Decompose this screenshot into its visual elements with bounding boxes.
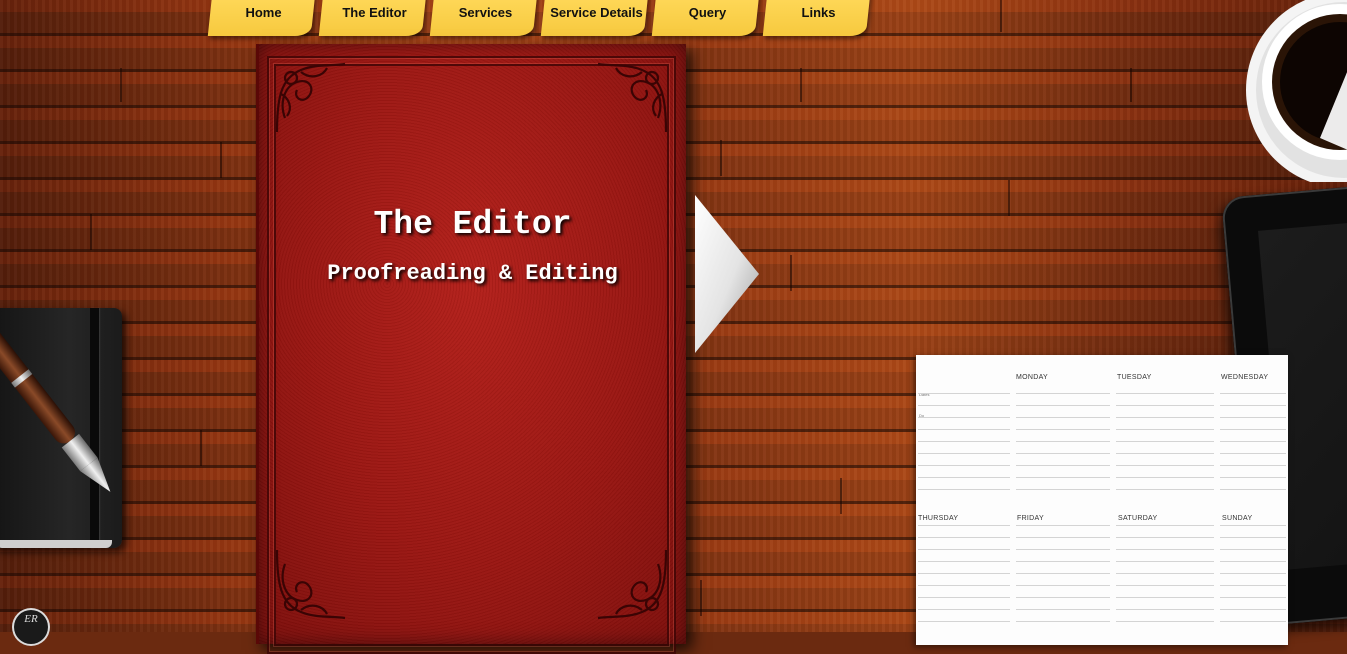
plank-seam [120,68,122,102]
planner-day-friday: FRIDAY [1017,515,1044,522]
planner-day-sunday: SUNDAY [1222,515,1253,522]
main-navigation: Home The Editor Services Service Details… [207,0,874,37]
notebook-pages-edge [0,540,112,548]
nav-tab-service-details[interactable]: Service Details [540,0,652,37]
planner-day-saturday: SATURDAY [1118,515,1158,522]
planner-day-thursday: THURSDAY [918,515,959,522]
site-logo[interactable]: ER [14,610,48,644]
plank-seam [1008,180,1010,216]
plank-seam [90,214,92,250]
logo-monogram: ER [24,613,38,625]
nav-tab-label: Query [688,5,727,20]
ornament-corner-icon [597,549,668,620]
plank-seam [220,142,222,178]
nav-tab-label: Services [458,5,513,20]
next-arrow-icon[interactable] [693,193,761,355]
planner-day-monday: MONDAY [1016,374,1049,381]
pen-icon [0,319,111,492]
nav-tab-label: Home [245,5,282,20]
plank-seam [720,140,722,176]
plank-seam [700,580,702,616]
plank-seam [840,478,842,514]
planner-day-tuesday: TUESDAY [1117,374,1152,381]
planner-day-wednesday: WEDNESDAY [1221,374,1269,381]
nav-tab-label: Links [801,5,836,20]
nav-tab-links[interactable]: Links [762,0,874,37]
nav-tab-label: Service Details [550,5,643,20]
plank-seam [800,68,802,102]
plank-seam [200,430,202,466]
plank-seam [790,255,792,291]
weekly-planner: MONDAY TUESDAY WEDNESDAY Dates Do THURSD… [916,355,1288,645]
ornament-corner-icon [275,62,346,133]
book-subtitle: Proofreading & Editing [327,261,618,286]
nav-tab-home[interactable]: Home [207,0,319,37]
ornament-corner-icon [597,62,668,133]
ornament-corner-icon [275,549,346,620]
nav-tab-label: The Editor [342,5,407,20]
plank-seam [1130,68,1132,102]
nav-tab-query[interactable]: Query [651,0,763,37]
nav-tab-the-editor[interactable]: The Editor [318,0,430,37]
plank-seam [1000,0,1002,32]
book-title: The Editor [373,206,572,243]
coffee-cup-icon [1246,0,1347,182]
book-cover: The Editor Proofreading & Editing [256,44,686,654]
nav-tab-services[interactable]: Services [429,0,541,37]
